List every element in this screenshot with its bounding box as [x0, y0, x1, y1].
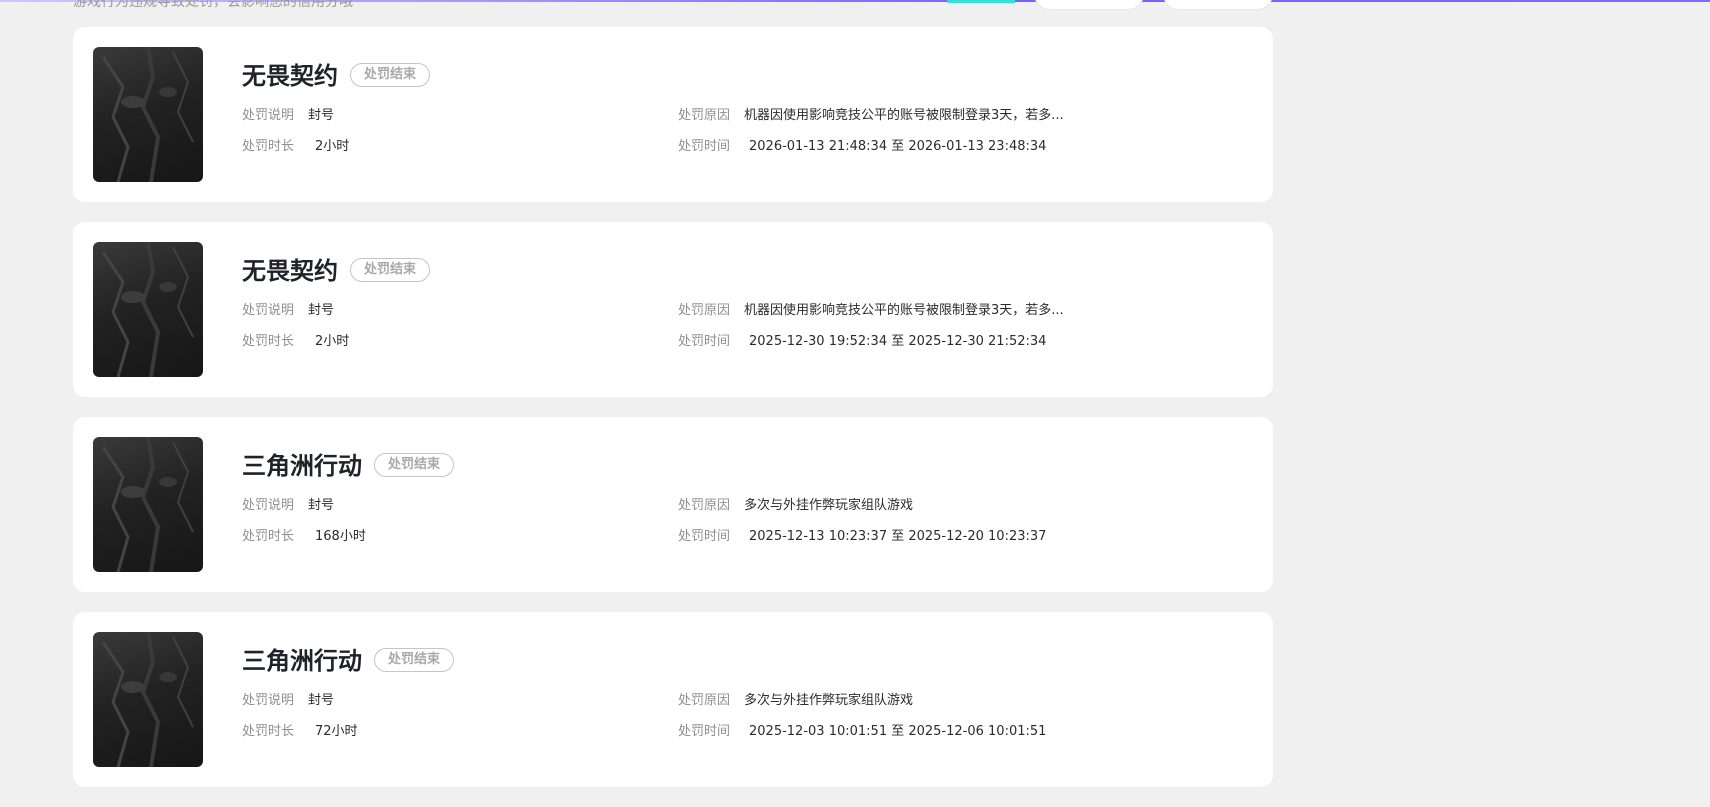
penalty-time-label: 处罚时间 — [678, 334, 731, 349]
violation-rules-button[interactable]: 什么算游戏违规 — [1034, 0, 1147, 10]
penalty-desc-value: 封号 — [308, 498, 335, 513]
penalty-desc-row: 处罚说明 封号 — [242, 692, 334, 710]
penalty-desc-row: 处罚说明 封号 — [242, 107, 334, 125]
penalty-duration-label: 处罚时长 — [242, 724, 295, 739]
status-badge: 处罚结束 — [374, 648, 455, 672]
penalty-time-value: 2025-12-13 10:23:37 至 2025-12-20 10:23:3… — [749, 529, 1047, 544]
game-name: 三角洲行动 — [242, 647, 362, 675]
penalty-reason-row: 处罚原因 机器因使用影响竞技公平的账号被限制登录3天，若多... — [678, 107, 1064, 125]
penalty-time-row: 处罚时间 2026-01-13 21:48:34 至 2026-01-13 23:… — [678, 138, 1046, 156]
active-tab-indicator — [947, 0, 1015, 3]
penalty-card: 三角洲行动 处罚结束 处罚说明 封号 处罚时长 72小时 处罚原因 多次与外挂作弊玩家组… — [73, 612, 1273, 787]
penalty-time-row: 处罚时间 2025-12-30 19:52:34 至 2025-12-30 21:… — [678, 333, 1046, 351]
game-name: 三角洲行动 — [242, 452, 362, 480]
game-cover-image — [93, 242, 203, 377]
penalty-desc-label: 处罚说明 — [242, 498, 295, 513]
penalty-duration-row: 处罚时长 2小时 — [242, 333, 349, 351]
game-title: 无畏契约 处罚结束 — [242, 255, 431, 287]
penalty-reason-value: 机器因使用影响竞技公平的账号被限制登录3天，若多... — [744, 303, 1064, 318]
penalty-desc-label: 处罚说明 — [242, 108, 295, 123]
game-title: 三角洲行动 处罚结束 — [242, 450, 455, 482]
penalty-time-label: 处罚时间 — [678, 724, 731, 739]
penalty-card: 无畏契约 处罚结束 处罚说明 封号 处罚时长 2小时 处罚原因 机器因使用影响竞技公平的… — [73, 222, 1273, 397]
penalty-time-value: 2025-12-30 19:52:34 至 2025-12-30 21:52:3… — [749, 334, 1047, 349]
penalty-duration-value: 72小时 — [315, 724, 358, 739]
penalty-reason-label: 处罚原因 — [678, 498, 731, 513]
game-cover-image — [93, 47, 203, 182]
penalty-reason-row: 处罚原因 多次与外挂作弊玩家组队游戏 — [678, 497, 913, 515]
page-header: 游戏行为违规导致处罚，会影响您的信用分哦 什么算游戏违规 申请处罚说明 — [0, 0, 1710, 12]
penalty-duration-value: 168小时 — [315, 529, 366, 544]
penalty-time-label: 处罚时间 — [678, 139, 731, 154]
status-badge: 处罚结束 — [350, 63, 431, 87]
penalty-time-label: 处罚时间 — [678, 529, 731, 544]
status-badge: 处罚结束 — [374, 453, 455, 477]
game-name: 无畏契约 — [242, 62, 338, 90]
penalty-time-row: 处罚时间 2025-12-13 10:23:37 至 2025-12-20 10:… — [678, 528, 1046, 546]
penalty-reason-row: 处罚原因 机器因使用影响竞技公平的账号被限制登录3天，若多... — [678, 302, 1064, 320]
game-cover-image — [93, 632, 203, 767]
penalty-card: 无畏契约 处罚结束 处罚说明 封号 处罚时长 2小时 处罚原因 机器因使用影响竞技公平的… — [73, 27, 1273, 202]
penalty-duration-label: 处罚时长 — [242, 529, 295, 544]
penalty-duration-label: 处罚时长 — [242, 334, 295, 349]
penalty-record-list: 无畏契约 处罚结束 处罚说明 封号 处罚时长 2小时 处罚原因 机器因使用影响竞技公平的… — [73, 27, 1273, 807]
penalty-duration-row: 处罚时长 168小时 — [242, 528, 366, 546]
game-cover-image — [93, 437, 203, 572]
game-title: 无畏契约 处罚结束 — [242, 60, 431, 92]
penalty-desc-row: 处罚说明 封号 — [242, 302, 334, 320]
penalty-desc-value: 封号 — [308, 693, 335, 708]
penalty-desc-value: 封号 — [308, 303, 335, 318]
penalty-duration-row: 处罚时长 72小时 — [242, 723, 358, 741]
penalty-reason-value: 多次与外挂作弊玩家组队游戏 — [744, 498, 914, 513]
penalty-desc-label: 处罚说明 — [242, 693, 295, 708]
penalty-duration-value: 2小时 — [315, 139, 350, 154]
penalty-card: 三角洲行动 处罚结束 处罚说明 封号 处罚时长 168小时 处罚原因 多次与外挂作弊玩家… — [73, 417, 1273, 592]
header-subtitle: 游戏行为违规导致处罚，会影响您的信用分哦 — [73, 0, 353, 10]
penalty-time-row: 处罚时间 2025-12-03 10:01:51 至 2025-12-06 10:… — [678, 723, 1046, 741]
penalty-desc-label: 处罚说明 — [242, 303, 295, 318]
penalty-reason-label: 处罚原因 — [678, 303, 731, 318]
penalty-duration-row: 处罚时长 2小时 — [242, 138, 349, 156]
penalty-time-value: 2026-01-13 21:48:34 至 2026-01-13 23:48:3… — [749, 139, 1047, 154]
game-name: 无畏契约 — [242, 257, 338, 285]
status-badge: 处罚结束 — [350, 258, 431, 282]
penalty-desc-row: 处罚说明 封号 — [242, 497, 334, 515]
game-title: 三角洲行动 处罚结束 — [242, 645, 455, 677]
penalty-time-value: 2025-12-03 10:01:51 至 2025-12-06 10:01:5… — [749, 724, 1047, 739]
penalty-reason-row: 处罚原因 多次与外挂作弊玩家组队游戏 — [678, 692, 913, 710]
penalty-reason-value: 多次与外挂作弊玩家组队游戏 — [744, 693, 914, 708]
penalty-reason-value: 机器因使用影响竞技公平的账号被限制登录3天，若多... — [744, 108, 1064, 123]
penalty-reason-label: 处罚原因 — [678, 108, 731, 123]
penalty-desc-value: 封号 — [308, 108, 335, 123]
penalty-reason-label: 处罚原因 — [678, 693, 731, 708]
penalty-duration-value: 2小时 — [315, 334, 350, 349]
penalty-duration-label: 处罚时长 — [242, 139, 295, 154]
appeal-button[interactable]: 申请处罚说明 — [1163, 0, 1273, 10]
